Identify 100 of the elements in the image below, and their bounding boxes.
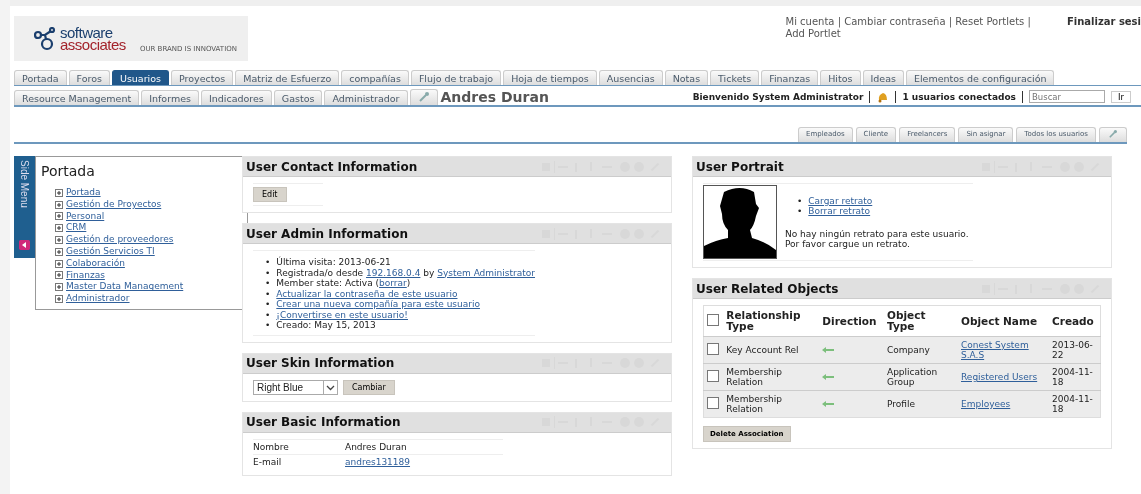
header-link[interactable]: Cambiar contraseña xyxy=(844,16,946,27)
info-text: Registrada/o desde 192.168.0.4 by System Administrator xyxy=(276,267,535,278)
action-link[interactable]: Actualizar la contraseña de este usuario xyxy=(276,288,458,299)
portrait-link[interactable]: Cargar retrato xyxy=(808,195,873,206)
table-cell: 2004-11-18 xyxy=(1052,394,1093,414)
bullet: • xyxy=(265,257,271,268)
bell-icon[interactable] xyxy=(876,90,890,103)
header-link[interactable]: Add Portlet xyxy=(785,28,841,39)
nav-tab[interactable]: Portada xyxy=(14,70,67,85)
nav-tab[interactable]: Hitos xyxy=(820,70,861,85)
expand-icon[interactable] xyxy=(55,200,63,209)
field-label: E-mail xyxy=(253,456,282,467)
side-menu-tab[interactable]: Side Menu xyxy=(14,156,35,258)
expand-icon[interactable] xyxy=(55,188,63,197)
menu-link[interactable]: Portada xyxy=(66,187,101,199)
expand-icon[interactable] xyxy=(55,271,63,280)
nav-tab[interactable]: Indicadores xyxy=(200,90,272,105)
expand-icon[interactable] xyxy=(55,224,63,233)
logo-text: software xyxy=(60,26,113,39)
search-field[interactable]: Buscar xyxy=(1029,90,1105,103)
expand-icon[interactable] xyxy=(55,259,63,268)
nav-tab[interactable]: Ideas xyxy=(862,70,904,85)
left-arrow-icon xyxy=(822,374,835,380)
portrait-link[interactable]: Borrar retrato xyxy=(808,206,871,217)
table-cell: Membership Relation xyxy=(726,367,782,387)
row-checkbox[interactable] xyxy=(707,343,719,355)
nav-tab[interactable]: Resource Management xyxy=(14,90,140,105)
expand-icon[interactable] xyxy=(55,295,63,304)
menu-link[interactable]: Colaboración xyxy=(66,257,125,270)
skin-select[interactable]: Right Blue xyxy=(253,379,338,395)
email-link[interactable]: andres131189 xyxy=(345,456,411,467)
collapse-icon[interactable] xyxy=(19,240,30,250)
portlet-title: User Related Objects xyxy=(696,281,839,296)
logout-link[interactable]: Finalizar sesi xyxy=(1066,16,1141,27)
nav-tab[interactable]: Foros xyxy=(68,70,110,85)
field-value: Andres Duran xyxy=(345,441,407,452)
portrait-message: No hay ningún retrato para este usuario. xyxy=(785,228,969,239)
bullet: • xyxy=(265,320,271,331)
row-checkbox[interactable] xyxy=(707,370,719,382)
nav-tab[interactable]: Elementos de configuración xyxy=(905,70,1055,85)
menu-link[interactable]: CRM xyxy=(66,222,87,235)
menu-link[interactable]: Finanzas xyxy=(66,269,105,282)
menu-link[interactable]: Personal xyxy=(66,210,105,223)
column-header: Direction xyxy=(822,314,877,327)
side-menu-title: Portada xyxy=(41,163,96,179)
expand-icon[interactable] xyxy=(55,283,63,292)
link-separator: | xyxy=(1027,16,1031,27)
action-link[interactable]: Crear una nueva compañía para este usuario xyxy=(276,299,480,310)
nav-tab[interactable]: compañías xyxy=(341,70,409,85)
portrait-message: Por favor cargue un retrato. xyxy=(785,238,911,249)
change-button[interactable]: Cambiar xyxy=(343,379,395,395)
nav-tab[interactable]: Notas xyxy=(664,70,709,85)
inline-link[interactable]: 192.168.0.4 xyxy=(366,267,421,278)
bullet: • xyxy=(265,278,271,289)
header-link[interactable]: Reset Portlets xyxy=(955,16,1025,27)
nav-tab[interactable]: Proyectos xyxy=(171,70,234,85)
link-separator: | xyxy=(837,16,842,27)
expand-icon[interactable] xyxy=(55,236,63,245)
menu-link[interactable]: Gestión de Proyectos xyxy=(66,198,162,211)
nav-tab[interactable]: Informes xyxy=(141,90,199,105)
table-cell: Key Account Rel xyxy=(726,345,799,355)
nav-tab[interactable]: Gastos xyxy=(273,90,323,105)
inline-link[interactable]: System Administrator xyxy=(437,267,535,278)
select-all-checkbox[interactable] xyxy=(707,314,719,326)
portlet-title: User Portrait xyxy=(696,159,784,174)
inline-link[interactable]: borrar xyxy=(379,278,407,288)
nav-tab[interactable]: Tickets xyxy=(710,70,760,85)
search-go-button[interactable]: Ir xyxy=(1111,90,1131,103)
column-header: Creado xyxy=(1052,314,1094,327)
table-cell: Company xyxy=(887,345,930,355)
bullet: • xyxy=(265,288,271,299)
nav-tab[interactable]: Matriz de Esfuerzo xyxy=(235,70,340,85)
menu-link[interactable]: Master Data Management xyxy=(66,281,184,294)
info-text: Última visita: 2013-06-21 xyxy=(276,257,391,268)
nav-tab[interactable]: Administrador xyxy=(324,90,408,105)
expand-icon[interactable] xyxy=(55,212,63,221)
menu-link[interactable]: Administrador xyxy=(66,293,130,305)
column-header: Object Name xyxy=(961,314,1037,327)
row-checkbox[interactable] xyxy=(707,397,719,409)
edit-button[interactable]: Edit xyxy=(253,187,287,202)
menu-link[interactable]: Gestión Servicios TI xyxy=(66,246,155,258)
nav-tab[interactable]: Usuarios xyxy=(111,70,169,85)
expand-icon[interactable] xyxy=(55,247,63,256)
wrench-icon xyxy=(417,92,430,102)
wrench-tab[interactable] xyxy=(409,89,438,105)
menu-link[interactable]: Gestión de proveedores xyxy=(66,234,174,246)
portlet-title: User Admin Information xyxy=(246,226,408,241)
portlet-title: User Contact Information xyxy=(246,159,418,174)
bullet: • xyxy=(797,195,803,206)
nav-tab[interactable]: Finanzas xyxy=(761,70,819,85)
table-cell: Application Group xyxy=(887,367,938,387)
nav-tab[interactable]: Flujo de trabajo xyxy=(410,70,502,85)
bullet: • xyxy=(265,299,271,310)
action-link[interactable]: ¡Convertirse en este usuario! xyxy=(276,309,408,320)
table-cell: Profile xyxy=(887,399,915,409)
object-link[interactable]: Employees xyxy=(961,399,1011,409)
nav-tab[interactable]: Hoja de tiempos xyxy=(503,70,597,85)
nav-tab[interactable]: Ausencias xyxy=(598,70,663,85)
header-link[interactable]: Mi cuenta xyxy=(785,16,835,27)
dropdown-arrow-icon[interactable] xyxy=(323,380,337,394)
